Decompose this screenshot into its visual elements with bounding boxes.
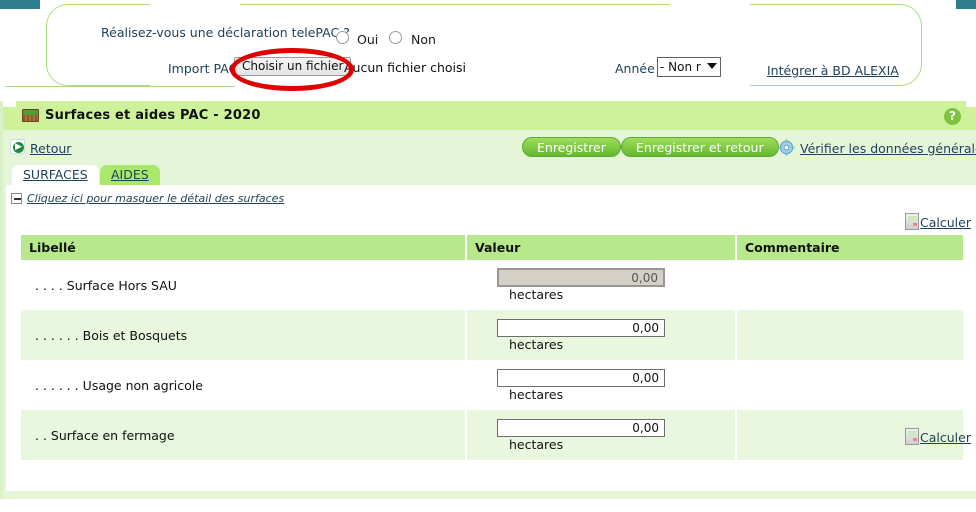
calculator-icon	[905, 428, 919, 445]
column-header-valeur: Valeur	[466, 235, 737, 260]
row-comment-cell	[736, 360, 963, 410]
unit-label: hectares	[509, 287, 564, 302]
verify-general-data-link[interactable]: Vérifier les données générales	[800, 141, 976, 156]
chevron-down-icon	[707, 63, 717, 69]
row-value-cell: hectares	[466, 260, 737, 310]
row-comment-cell	[736, 260, 963, 310]
page-title: Surfaces et aides PAC - 2020	[45, 108, 261, 123]
table-row: . . . . Surface Hors SAU hectares	[21, 260, 963, 310]
table-header-row: Libellé Valeur Commentaire	[21, 235, 963, 260]
table-row: . . Surface en fermage hectares	[21, 410, 963, 460]
field-land-icon	[22, 109, 39, 122]
tab-aides[interactable]: AIDES	[100, 165, 160, 185]
unit-label: hectares	[509, 436, 564, 452]
header-notch-left	[3, 101, 16, 107]
row-label: . . . . . . Usage non agricole	[21, 360, 467, 410]
panel-mask-bottom	[150, 82, 750, 90]
row-label: . . . . . . Bois et Bosquets	[21, 310, 467, 360]
annee-label: Année	[615, 61, 655, 76]
save-and-return-button[interactable]: Enregistrer et retour	[621, 137, 779, 157]
card-header: Surfaces et aides PAC - 2020 ?	[3, 101, 976, 130]
page-root: Réalisez-vous une déclaration telePAC ? …	[0, 0, 976, 512]
back-arrow-icon: ▶	[10, 139, 25, 154]
radio-non-label: Non	[411, 32, 436, 47]
panel-divider-bottom	[5, 86, 235, 87]
save-button[interactable]: Enregistrer	[522, 137, 621, 157]
panel-divider-top	[240, 4, 670, 5]
card-footer-strip	[3, 491, 976, 499]
tab-content-surfaces: Cliquez ici pour masquer le détail des s…	[6, 185, 976, 491]
table-row: . . . . . . Bois et Bosquets hectares	[21, 310, 963, 360]
row-comment-cell	[736, 310, 963, 360]
table-row: . . . . . . Usage non agricole hectares	[21, 360, 963, 410]
calculer-link-top[interactable]: Calculer	[920, 215, 971, 230]
annee-selected-value: - Non r	[660, 60, 701, 74]
column-header-commentaire: Commentaire	[736, 235, 963, 260]
row-label: . . Surface en fermage	[21, 410, 467, 460]
help-icon[interactable]: ?	[944, 108, 961, 125]
choose-file-button[interactable]: Choisir un fichier	[234, 57, 352, 76]
surfaces-table: Libellé Valeur Commentaire . . . . Surfa…	[21, 235, 963, 460]
toggle-detail-link[interactable]: Cliquez ici pour masquer le détail des s…	[27, 192, 284, 205]
collapse-toggle-icon[interactable]	[11, 193, 22, 204]
row-value-cell: hectares	[466, 360, 737, 410]
tab-surfaces[interactable]: SURFACES	[12, 165, 99, 185]
value-input-usage-non-agricole[interactable]	[497, 368, 665, 387]
column-header-libelle: Libellé	[21, 235, 467, 260]
radio-oui-label: Oui	[357, 32, 379, 47]
row-label: . . . . Surface Hors SAU	[21, 260, 467, 310]
unit-label: hectares	[509, 386, 564, 402]
header-notch-right	[966, 101, 976, 107]
back-link[interactable]: Retour	[30, 141, 71, 156]
radio-telepac-oui[interactable]	[336, 31, 349, 44]
row-value-cell: hectares	[466, 310, 737, 360]
file-status-text: Aucun fichier choisi	[344, 60, 467, 75]
value-input-surface-en-fermage[interactable]	[497, 418, 665, 437]
calculator-icon	[905, 213, 919, 230]
radio-telepac-non[interactable]	[389, 31, 402, 44]
gear-icon[interactable]	[778, 139, 795, 156]
value-input-surface-hors-sau[interactable]	[497, 268, 665, 287]
top-teal-bar-right	[956, 0, 976, 9]
card-toolbar: ▶ Retour Enregistrer Enregistrer et reto…	[3, 130, 976, 166]
value-input-bois-et-bosquets[interactable]	[497, 318, 665, 337]
row-value-cell: hectares	[466, 410, 737, 460]
integrer-bd-alexia-link[interactable]: Intégrer à BD ALEXIA	[767, 63, 899, 78]
top-teal-bar-left	[0, 0, 40, 9]
telepac-question-label: Réalisez-vous une déclaration telePAC ?	[101, 25, 350, 40]
surfaces-aides-card: Surfaces et aides PAC - 2020 ? ▶ Retour …	[0, 101, 976, 499]
import-pac-label: Import PAC	[168, 61, 238, 76]
tab-bar: SURFACES AIDES	[3, 165, 976, 185]
calculer-link-bottom[interactable]: Calculer	[920, 430, 971, 445]
unit-label: hectares	[509, 336, 564, 352]
